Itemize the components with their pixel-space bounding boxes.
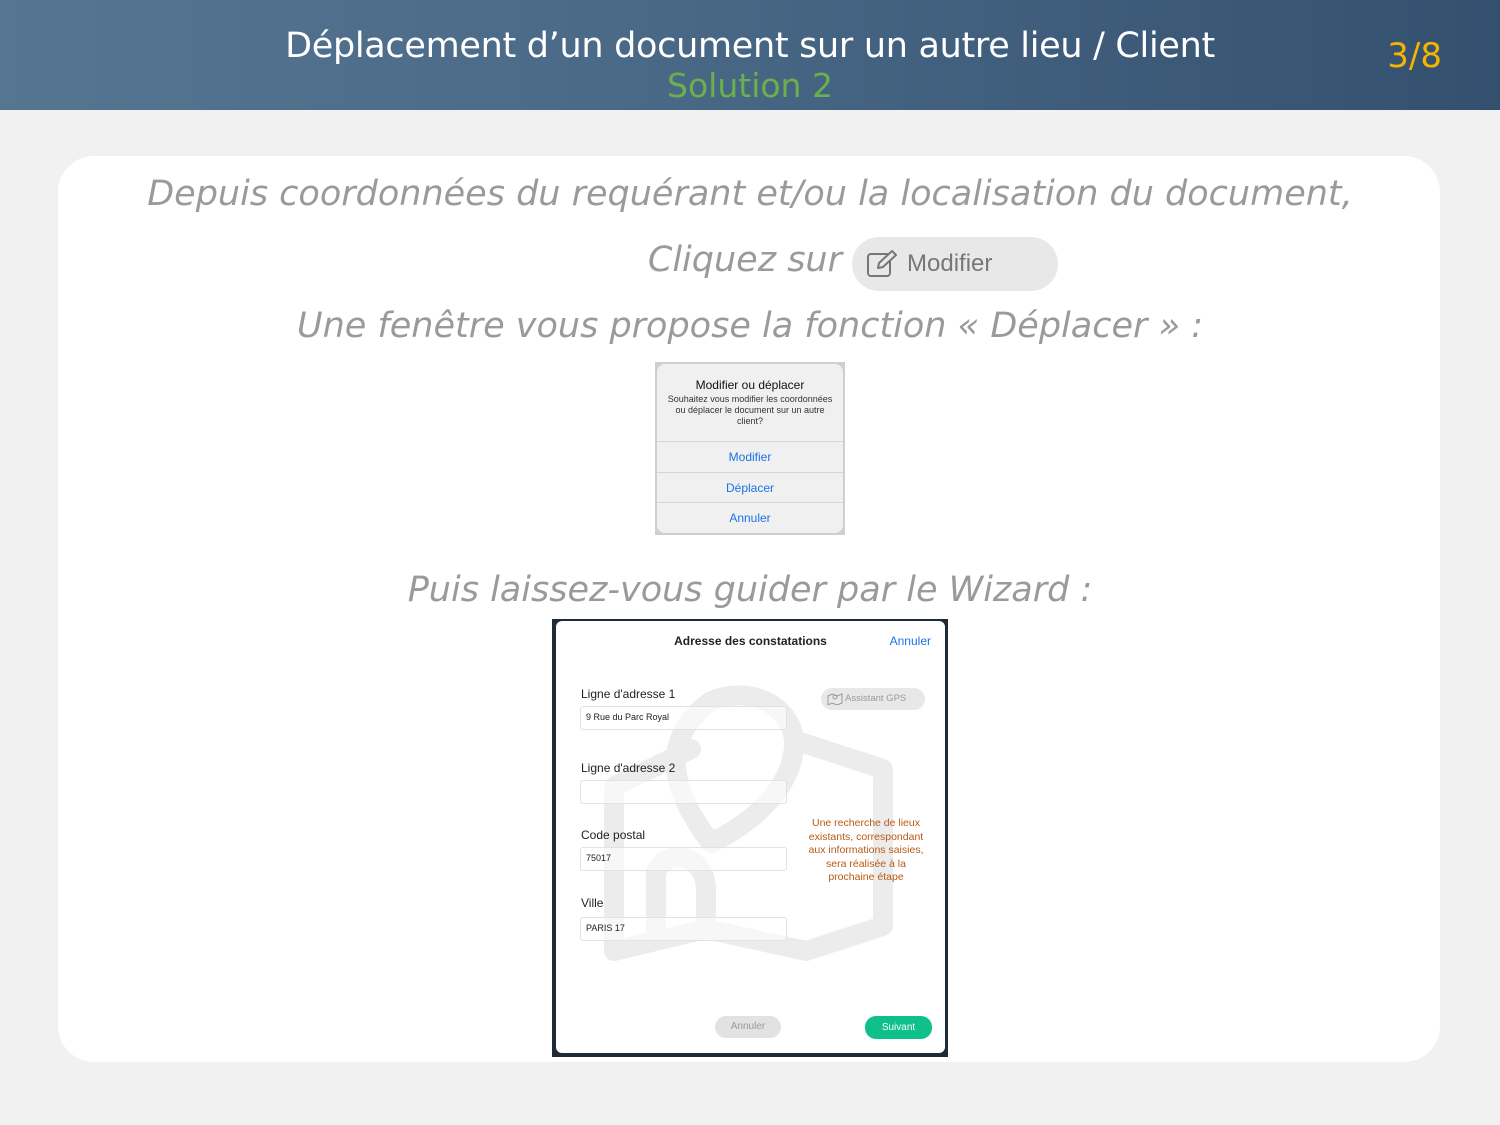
wizard-window: Adresse des constatations Annuler Assist… [556,621,945,1053]
instruction-line-3: Une fenêtre vous propose la fonction « D… [296,306,1204,346]
dialog-message: Souhaitez vous modifier les coordonnées … [667,394,833,426]
edit-icon [867,250,897,277]
instruction-line-2: Cliquez sur [647,240,842,280]
wizard-next-button[interactable]: Suivant [865,1016,932,1039]
search-note: Une recherche de lieux existants, corres… [808,817,924,883]
city-value: PARIS 17 [586,923,625,933]
modifier-button[interactable]: Modifier [852,237,1058,291]
dialog-option-annuler[interactable]: Annuler [657,502,843,533]
dialog-title: Modifier ou déplacer [695,378,805,392]
instruction-line-4: Puis laissez-vous guider par le Wizard : [407,570,1093,610]
map-icon [827,693,843,705]
wizard-cancel-link[interactable]: Annuler [890,634,931,648]
slide-title: Déplacement d’un document sur un autre l… [285,26,1215,66]
instruction-line-1: Depuis coordonnées du requérant et/ou la… [147,174,1353,214]
postal-code-label: Code postal [581,828,646,842]
move-dialog-screenshot: Modifier ou déplacer Souhaitez vous modi… [655,362,845,535]
dialog-option-modifier[interactable]: Modifier [657,441,843,472]
move-dialog: Modifier ou déplacer Souhaitez vous modi… [657,364,843,533]
gps-assistant-button[interactable]: Assistant GPS [821,688,925,710]
slide-subtitle: Solution 2 [667,66,833,105]
address1-label: Ligne d'adresse 1 [581,687,676,701]
address1-value: 9 Rue du Parc Royal [586,712,670,722]
header-bar: Déplacement d’un document sur un autre l… [0,0,1500,110]
address2-label: Ligne d'adresse 2 [581,761,676,775]
city-field[interactable]: PARIS 17 [580,917,787,941]
postal-code-value: 75017 [586,853,612,863]
postal-code-field[interactable]: 75017 [580,847,787,871]
gps-assistant-label: Assistant GPS [845,693,907,704]
wizard-title: Adresse des constatations [674,634,827,648]
address1-field[interactable]: 9 Rue du Parc Royal [580,706,787,730]
dialog-option-deplacer[interactable]: Déplacer [657,472,843,503]
modifier-button-label: Modifier [907,250,993,277]
wizard-screenshot: Adresse des constatations Annuler Assist… [552,619,948,1057]
page-counter: 3/8 [1387,36,1442,76]
wizard-cancel-button[interactable]: Annuler [715,1016,781,1038]
city-label: Ville [581,896,604,910]
address2-field[interactable] [580,780,787,804]
